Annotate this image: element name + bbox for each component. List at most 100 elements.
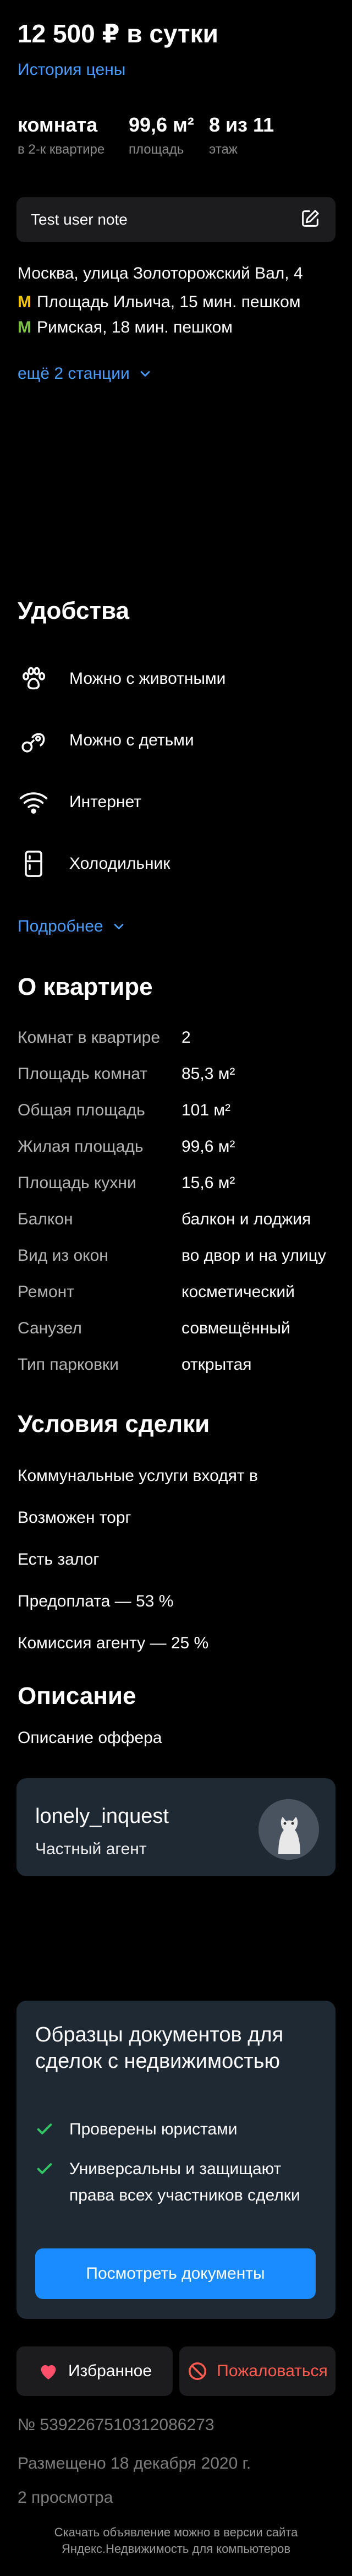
agent-name: lonely_inquest	[35, 1805, 169, 1828]
chevron-down-icon	[114, 924, 123, 929]
table-row: Площадь кухни 15,6 м²	[18, 1174, 341, 1192]
amenity-item: Можно с животными	[18, 663, 226, 695]
table-row: Ремонт косметический	[18, 1283, 341, 1301]
fridge-icon	[18, 848, 50, 880]
row-value: 15,6 м²	[182, 1174, 235, 1192]
metro-station-text: Площадь Ильича, 15 мин. пешком	[37, 293, 301, 311]
favorite-label: Избранное	[68, 2362, 152, 2380]
check-icon	[35, 2156, 54, 2209]
table-row: Общая площадь 101 м²	[18, 1101, 341, 1120]
promo-check-text: Универсальны и защищают права всех участ…	[69, 2160, 300, 2204]
deal-item: Возможен торг	[18, 1508, 131, 1527]
avatar	[258, 1799, 319, 1860]
param-floor: 8 из 11 этаж	[209, 113, 274, 157]
param-value: комната	[18, 113, 98, 136]
metro-icon: M	[18, 318, 31, 336]
param-caption: в 2-к квартире	[18, 142, 105, 157]
deal-title: Условия сделки	[18, 1410, 210, 1437]
amenities-title: Удобства	[18, 597, 129, 624]
user-note-text: Test user note	[31, 211, 128, 228]
param-rooms: комната в 2-к квартире	[18, 113, 129, 157]
paw-icon	[18, 663, 50, 695]
table-row: Санузел совмещённый	[18, 1319, 341, 1338]
deal-item: Предоплата — 53 %	[18, 1592, 174, 1610]
row-value: 85,3 м²	[182, 1065, 235, 1083]
promo-check-item: Проверены юристами	[35, 2116, 310, 2147]
documents-promo-title: Образцы документов для сделок с недвижим…	[35, 2023, 284, 2073]
edit-icon[interactable]	[299, 208, 321, 232]
price-history-link[interactable]: История цены	[18, 61, 125, 79]
metro-station: M Площадь Ильича, 15 мин. пешком	[18, 293, 300, 312]
table-row: Тип парковки открытая	[18, 1355, 341, 1374]
deal-item: Есть залог	[18, 1550, 100, 1569]
row-value: открытая	[182, 1355, 252, 1374]
row-value: 2	[182, 1028, 191, 1047]
price: 12 500 ₽ в сутки	[18, 19, 218, 48]
row-key: Площадь комнат	[18, 1065, 148, 1083]
documents-promo-card: Образцы документов для сделок с недвижим…	[16, 2001, 336, 2319]
chevron-down-icon	[140, 371, 150, 377]
row-key: Балкон	[18, 1210, 73, 1228]
row-value: балкон и лоджия	[182, 1210, 311, 1228]
table-row: Жилая площадь 99,6 м²	[18, 1137, 341, 1156]
key-params: комната в 2-к квартире 99,6 м² площадь 8…	[18, 113, 334, 157]
block-icon	[187, 2361, 208, 2382]
amenity-item: Интернет	[18, 786, 141, 818]
about-title: О квартире	[18, 973, 153, 1000]
complain-label: Пожаловаться	[217, 2362, 328, 2380]
metro-icon: M	[18, 293, 31, 311]
param-area: 99,6 м² площадь	[129, 113, 209, 157]
table-row: Вид из окон во двор и на улицу	[18, 1246, 341, 1265]
amenity-label: Холодильник	[69, 854, 170, 873]
download-hint: Скачать объявление можно в версии сайта …	[54, 2525, 298, 2556]
row-value: во двор и на улицу	[182, 1246, 326, 1265]
row-key: Комнат в квартире	[18, 1028, 161, 1047]
row-value: совмещённый	[182, 1319, 290, 1337]
views-count: 2 просмотра	[18, 2488, 113, 2507]
more-stations-label: ещё 2 станции	[18, 364, 130, 383]
pacifier-icon	[18, 725, 50, 756]
offer-id: № 5392267510312086273	[18, 2416, 215, 2434]
table-row: Балкон балкон и лоджия	[18, 1210, 341, 1229]
description-text: Описание оффера	[18, 1729, 162, 1747]
table-row: Площадь комнат 85,3 м²	[18, 1065, 341, 1083]
description-title: Описание	[18, 1682, 136, 1709]
amenity-label: Интернет	[69, 793, 141, 811]
amenity-label: Можно с детьми	[69, 731, 194, 749]
row-key: Общая площадь	[18, 1101, 145, 1119]
amenity-item: Можно с детьми	[18, 725, 194, 756]
view-documents-button[interactable]: Посмотреть документы	[35, 2248, 316, 2299]
wifi-icon	[18, 786, 50, 818]
deal-item: Комиссия агенту — 25 %	[18, 1634, 209, 1652]
amenities-more-link[interactable]: Подробнее	[18, 917, 127, 936]
address: Москва, улица Золоторожский Вал, 4	[18, 264, 303, 282]
agent-card[interactable]: lonely_inquest Частный агент	[16, 1778, 336, 1876]
param-value: 8 из 11	[209, 113, 274, 136]
metro-station: M Римская, 18 мин. пешком	[18, 318, 233, 337]
action-bar: Избранное Пожаловаться	[16, 2346, 336, 2396]
user-note[interactable]: Test user note	[16, 197, 336, 242]
agent-role: Частный агент	[35, 1840, 147, 1858]
param-caption: площадь	[129, 142, 184, 157]
amenity-label: Можно с животными	[69, 669, 226, 688]
promo-check-text: Проверены юристами	[69, 2120, 238, 2138]
row-key: Вид из окон	[18, 1246, 108, 1265]
row-key: Ремонт	[18, 1283, 74, 1301]
row-value: 99,6 м²	[182, 1137, 235, 1156]
table-row: Комнат в квартире 2	[18, 1028, 341, 1047]
metro-station-text: Римская, 18 мин. пешком	[37, 318, 233, 336]
amenity-item: Холодильник	[18, 848, 170, 880]
param-caption: этаж	[209, 142, 238, 157]
more-stations-link[interactable]: ещё 2 станции	[18, 364, 153, 383]
row-value: косметический	[182, 1283, 295, 1301]
favorite-button[interactable]: Избранное	[16, 2346, 173, 2396]
row-key: Жилая площадь	[18, 1137, 144, 1156]
param-value: 99,6 м²	[129, 113, 194, 136]
promo-check-item: Универсальны и защищают права всех участ…	[35, 2156, 310, 2209]
check-icon	[35, 2116, 54, 2147]
amenities-more-label: Подробнее	[18, 917, 103, 935]
heart-icon	[37, 2360, 59, 2382]
row-key: Тип парковки	[18, 1355, 119, 1374]
row-key: Площадь кухни	[18, 1174, 136, 1192]
complain-button[interactable]: Пожаловаться	[179, 2346, 336, 2396]
